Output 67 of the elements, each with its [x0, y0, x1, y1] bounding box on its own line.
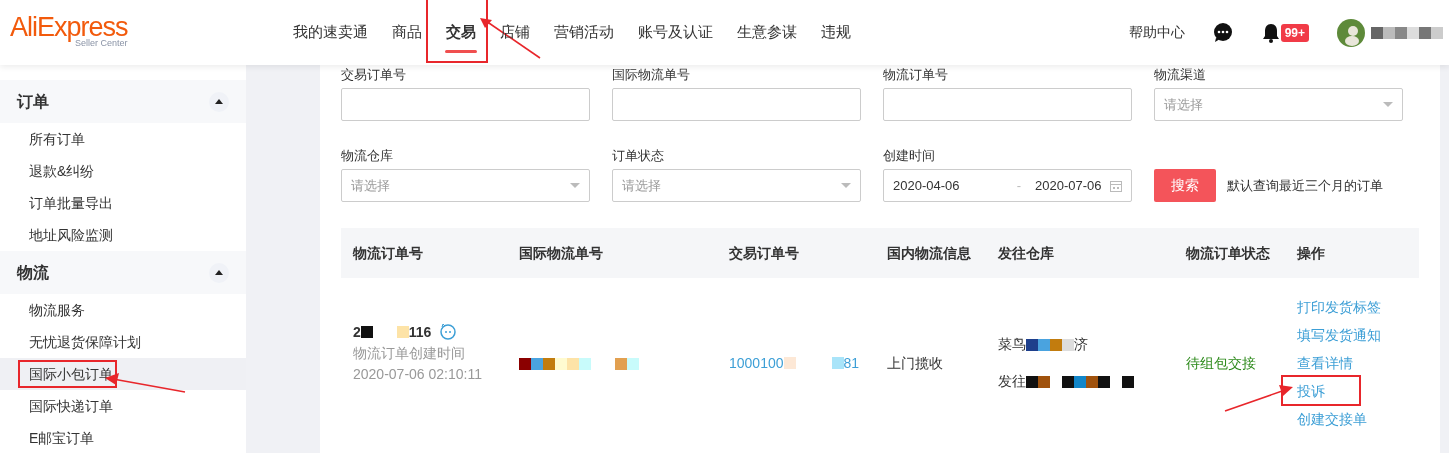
- caret-icon: [215, 99, 223, 104]
- order-number-start: 2: [353, 322, 361, 342]
- caret-icon: [215, 270, 223, 275]
- date-range-field[interactable]: 2020-04-06 - 2020-07-06: [883, 169, 1132, 202]
- logo-text: AliExpress: [10, 13, 128, 41]
- field-label: 交易订单号: [341, 66, 407, 84]
- redacted-mosaic: [360, 326, 409, 338]
- collapse-toggle[interactable]: [209, 262, 229, 283]
- calendar-icon: [1110, 179, 1122, 192]
- group-title: 物流: [17, 262, 49, 283]
- sidebar-item[interactable]: 物流服务: [0, 294, 246, 326]
- field-label: 物流订单号: [883, 66, 949, 84]
- annotation-arrow: [480, 18, 541, 59]
- field-label: 订单状态: [612, 147, 665, 165]
- nav-tab[interactable]: 生意参谋: [737, 0, 797, 65]
- order-number-end: 116: [408, 322, 432, 342]
- nav-tab[interactable]: 交易: [446, 0, 476, 65]
- search-hint: 默认查询最近三个月的订单: [1227, 176, 1383, 195]
- sidebar-item[interactable]: 地址风险监测: [0, 219, 246, 251]
- redacted-mosaic: [1026, 338, 1074, 351]
- warehouse-name-end: 济: [1074, 335, 1088, 354]
- caret-icon: [841, 183, 851, 188]
- created-label: 物流订单创建时间: [353, 343, 466, 363]
- nav-tab[interactable]: 账号及认证: [638, 0, 713, 65]
- created-time: 2020-07-06 02:10:11: [353, 364, 483, 384]
- sidebar-item[interactable]: 订单批量导出: [0, 187, 246, 219]
- field-label: 国际物流单号: [612, 66, 691, 84]
- warehouse-name-start: 菜鸟: [998, 335, 1026, 354]
- field-label: 物流仓库: [341, 147, 394, 165]
- input-field[interactable]: [883, 88, 1132, 121]
- nav-tab[interactable]: 商品: [392, 0, 422, 65]
- collapse-toggle[interactable]: [209, 91, 229, 112]
- column-header: 国际物流单号: [519, 243, 604, 263]
- caret-icon: [1383, 102, 1393, 107]
- sidebar-item[interactable]: E邮宝订单: [0, 422, 246, 453]
- caret-icon: [570, 183, 580, 188]
- avatar: [1337, 18, 1365, 47]
- chat-bubble-icon: [440, 324, 457, 340]
- sidebar-item[interactable]: 所有订单: [0, 123, 246, 155]
- redacted-mosaic: [1371, 26, 1443, 39]
- nav-tab[interactable]: 店铺: [500, 0, 530, 65]
- column-header: 交易订单号: [729, 243, 800, 263]
- nav-tab[interactable]: 我的速卖通: [293, 0, 368, 65]
- field-label: 创建时间: [883, 147, 936, 165]
- sidebar-item[interactable]: 无忧退货保障计划: [0, 326, 246, 358]
- help-link[interactable]: 帮助中心: [1128, 22, 1185, 43]
- chat-icon: [1212, 22, 1233, 43]
- column-header: 物流订单状态: [1186, 243, 1271, 263]
- domestic-info: 上门揽收: [887, 353, 944, 373]
- column-header: 国内物流信息: [887, 243, 972, 263]
- column-header: 操作: [1297, 243, 1325, 263]
- annotation-arrow: [1224, 384, 1293, 412]
- nav-tab[interactable]: 营销活动: [554, 0, 614, 65]
- input-field[interactable]: [341, 88, 590, 121]
- redacted-mosaic: [783, 357, 844, 369]
- bell-icon: [1260, 22, 1281, 43]
- group-title: 订单: [17, 91, 49, 112]
- warehouse-line: 发往: [998, 372, 1026, 391]
- column-header: 发往仓库: [998, 243, 1055, 263]
- order-status: 待组包交接: [1186, 353, 1257, 373]
- sidebar-item[interactable]: 国际快递订单: [0, 390, 246, 422]
- field-label: 物流渠道: [1154, 66, 1207, 84]
- notification-count: 99+: [1280, 23, 1309, 42]
- column-header: 物流订单号: [351, 243, 424, 263]
- nav-tab[interactable]: 违规: [821, 0, 851, 65]
- sidebar-item[interactable]: 退款&纠纷: [0, 155, 246, 187]
- input-field[interactable]: [612, 88, 861, 121]
